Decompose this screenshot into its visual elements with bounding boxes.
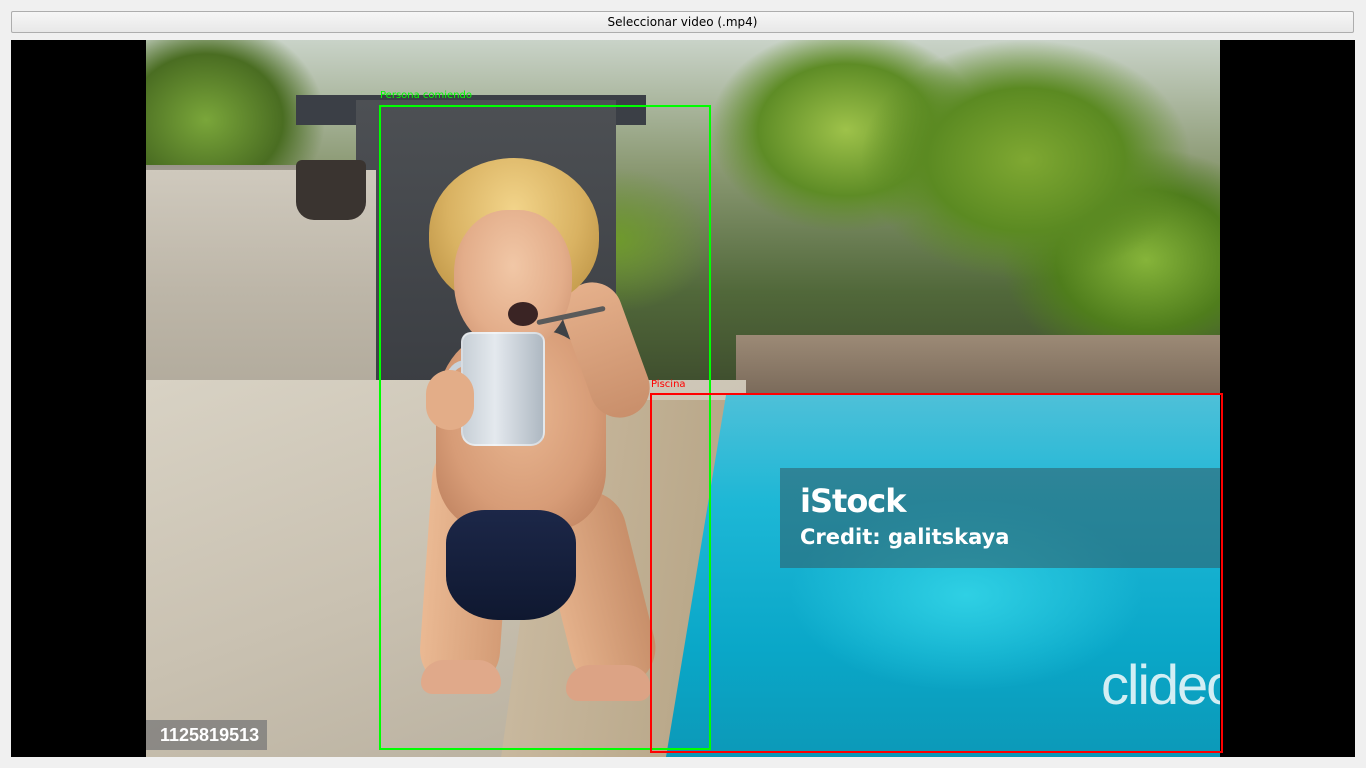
detection-label-person: Persona comiendo [380,90,473,101]
detection-box-pool [650,393,1223,753]
app-window: Seleccionar video (.mp4) iStock Credit: … [0,0,1366,768]
plant-pot [296,160,366,220]
image-id-badge: 1125819513 [146,720,268,750]
detection-label-pool: Piscina [651,379,686,390]
select-video-button[interactable]: Seleccionar video (.mp4) [11,11,1354,33]
planter-box [736,335,1220,395]
video-display: iStock Credit: galitskaya 1125819513 cli… [11,40,1355,757]
